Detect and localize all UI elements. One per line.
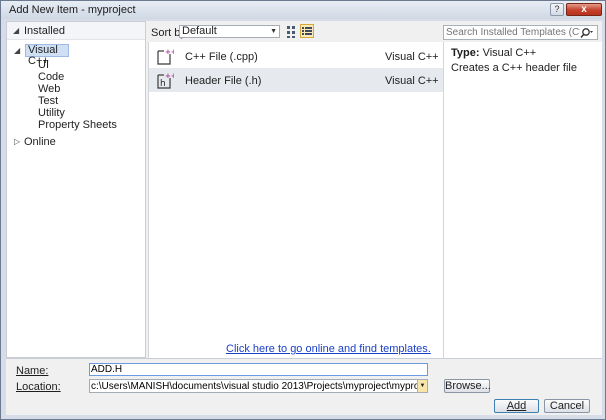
tree-item-test[interactable]: Test xyxy=(38,95,58,107)
sort-by-value: Default xyxy=(182,25,217,37)
dialog-client-area: ◢ Installed ◢ Visual C++ UI Code Web Tes… xyxy=(6,21,602,415)
collapsed-triangle-icon[interactable]: ▷ xyxy=(14,137,20,146)
header-file-icon: h ++ xyxy=(156,70,177,90)
name-input[interactable] xyxy=(91,364,425,375)
tree-item-web[interactable]: Web xyxy=(38,83,60,95)
search-icon[interactable] xyxy=(580,27,594,39)
list-view-icon[interactable] xyxy=(300,24,314,38)
installed-label: Installed xyxy=(24,25,65,37)
tree-item-property-sheets[interactable]: Property Sheets xyxy=(38,119,117,131)
template-description: Creates a C++ header file xyxy=(451,62,577,74)
template-search-box[interactable] xyxy=(443,25,598,40)
location-input[interactable] xyxy=(91,381,417,392)
svg-text:++: ++ xyxy=(165,72,174,80)
tree-item-online[interactable]: Online xyxy=(24,136,56,148)
template-item-header-file[interactable]: h ++ Header File (.h) Visual C++ xyxy=(149,68,444,92)
location-label: Location: xyxy=(16,381,61,393)
expanded-triangle-icon[interactable]: ◢ xyxy=(13,26,19,35)
cancel-button[interactable]: Cancel xyxy=(544,399,590,413)
type-value: Visual C++ xyxy=(482,47,537,59)
add-button[interactable]: Add xyxy=(494,399,539,413)
template-name: C++ File (.cpp) xyxy=(185,51,258,63)
find-templates-online-link[interactable]: Click here to go online and find templat… xyxy=(226,343,431,355)
window-title: Add New Item - myproject xyxy=(9,4,136,16)
grid-view-icon[interactable] xyxy=(286,25,299,38)
expanded-triangle-icon[interactable]: ◢ xyxy=(14,46,20,55)
search-input[interactable] xyxy=(446,26,580,39)
svg-text:h: h xyxy=(160,79,166,89)
name-label: Name: xyxy=(16,365,49,377)
sort-by-dropdown[interactable]: Default ▼ xyxy=(179,25,280,38)
template-language: Visual C++ xyxy=(385,51,439,63)
name-field[interactable] xyxy=(89,363,428,376)
cpp-file-icon: ++ xyxy=(156,46,177,66)
template-details-panel: Type: Visual C++ Creates a C++ header fi… xyxy=(443,42,602,358)
template-toolbar: Sort by: Default ▼ xyxy=(147,21,443,42)
tree-item-ui[interactable]: UI xyxy=(38,59,49,71)
template-name: Header File (.h) xyxy=(185,75,262,87)
template-language: Visual C++ xyxy=(385,75,439,87)
category-tree: ◢ Installed ◢ Visual C++ UI Code Web Tes… xyxy=(6,21,146,358)
dropdown-arrow-icon: ▼ xyxy=(270,28,277,35)
installed-node[interactable]: ◢ Installed xyxy=(7,22,145,40)
help-button[interactable]: ? xyxy=(550,3,564,16)
location-field[interactable]: ▼ xyxy=(89,379,428,393)
svg-text:++: ++ xyxy=(165,48,174,56)
tree-item-utility[interactable]: Utility xyxy=(38,107,65,119)
item-form: Name: Location: ▼ Browse... Add Cancel xyxy=(6,358,602,415)
title-bar: Add New Item - myproject ? x xyxy=(1,1,605,19)
type-label: Type: xyxy=(451,47,480,59)
tree-item-visual-cpp[interactable]: Visual C++ xyxy=(25,44,69,67)
browse-button[interactable]: Browse... xyxy=(444,379,491,393)
add-new-item-dialog: Add New Item - myproject ? x ◢ Installed… xyxy=(0,0,606,420)
close-button[interactable]: x xyxy=(566,3,602,16)
location-dropdown-arrow-icon[interactable]: ▼ xyxy=(417,380,427,392)
template-list: ++ C++ File (.cpp) Visual C++ h ++ Heade… xyxy=(148,42,444,358)
tree-item-code[interactable]: Code xyxy=(38,71,64,83)
type-line: Type: Visual C++ xyxy=(451,47,536,59)
template-item-cpp-file[interactable]: ++ C++ File (.cpp) Visual C++ xyxy=(149,44,444,68)
